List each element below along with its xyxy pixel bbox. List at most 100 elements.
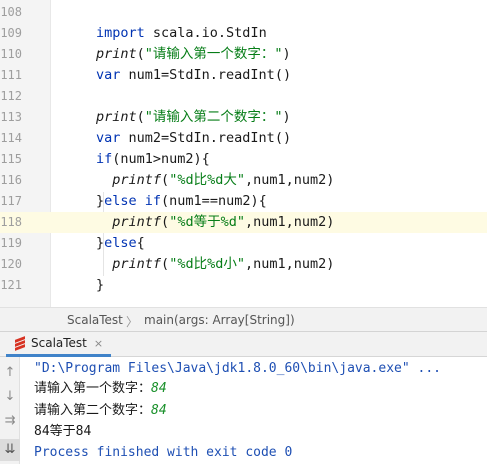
line-number: 121: [0, 278, 22, 292]
soft-wrap-icon[interactable]: ⇉: [0, 410, 20, 432]
code-line[interactable]: 109 import scala.io.StdIn: [0, 23, 487, 44]
close-icon[interactable]: ×: [94, 337, 103, 350]
code-token-keyword: import: [96, 25, 153, 41]
console-exit-line: Process finished with exit code 0: [34, 445, 293, 460]
line-number: 109: [0, 26, 22, 40]
code-token-function: print: [96, 46, 137, 62]
code-text: }else{: [96, 233, 145, 254]
code-token-function: printf: [112, 214, 162, 230]
code-token-keyword: var: [96, 67, 129, 83]
run-tab-label: ScalaTest: [31, 336, 87, 350]
code-line[interactable]: 119}else{: [0, 233, 487, 254]
code-line[interactable]: 117}else if(num1==num2){: [0, 191, 487, 212]
breadcrumb: ScalaTest 〉 main(args: Array[String]): [0, 307, 487, 332]
code-text: }: [96, 275, 104, 296]
line-number: 111: [0, 68, 22, 82]
code-text: if(num1>num2){: [96, 149, 210, 170]
code-line[interactable]: 121}: [0, 275, 487, 296]
console-result-line: 84等于84: [34, 424, 92, 439]
code-token-text: (: [161, 256, 170, 272]
code-token-function: print: [96, 109, 137, 125]
code-line[interactable]: 111 var num1=StdIn.readInt(): [0, 65, 487, 86]
scroll-to-end-icon[interactable]: ⇊: [0, 439, 20, 461]
arrow-up-icon[interactable]: ↑: [0, 362, 20, 384]
code-editor[interactable]: 108 109 import scala.io.StdIn 110 print("请输入…: [0, 0, 487, 307]
code-line[interactable]: 115 if(num1>num2){: [0, 149, 487, 170]
code-token-keyword: else if: [104, 193, 162, 209]
code-token-string: "%d比%d小": [169, 256, 245, 272]
code-token-text: ): [282, 46, 291, 62]
line-number: 113: [0, 110, 22, 124]
line-number: 117: [0, 194, 22, 208]
code-token-text: }: [96, 277, 105, 293]
code-token-text: (: [136, 109, 145, 125]
console-prompt: 请输入第二个数字：: [34, 403, 152, 418]
code-text: print("请输入第二个数字："): [96, 107, 291, 128]
code-token-text: ,num1,num2): [244, 214, 335, 230]
code-line[interactable]: 110 print("请输入第一个数字："): [0, 44, 487, 65]
run-console[interactable]: "D:\Program Files\Java\jdk1.8.0_60\bin\j…: [21, 357, 487, 464]
console-prompt: 请输入第一个数字：: [34, 381, 152, 396]
code-token-text: }: [96, 235, 105, 251]
console-prompt-line: 请输入第一个数字：84: [34, 378, 167, 399]
code-token-text: ): [282, 109, 291, 125]
code-line[interactable]: 108: [0, 2, 487, 23]
arrow-down-icon[interactable]: ↓: [0, 386, 20, 408]
code-text: var num2=StdIn.readInt(): [96, 128, 291, 149]
code-text: }else if(num1==num2){: [96, 191, 267, 212]
tab-run-scalatest[interactable]: ScalaTest ×: [6, 332, 112, 357]
code-token-text: num2=StdIn.readInt(): [128, 130, 292, 146]
line-number: 115: [0, 152, 22, 166]
code-text: import scala.io.StdIn: [96, 23, 267, 44]
line-number: 114: [0, 131, 22, 145]
code-text: printf("%d比%d小",num1,num2): [96, 254, 334, 275]
breadcrumb-separator-icon: 〉: [126, 315, 139, 329]
code-token-string: "%d比%d大": [169, 172, 245, 188]
console-user-input: 84: [151, 381, 167, 396]
code-line[interactable]: 114 var num2=StdIn.readInt(): [0, 128, 487, 149]
code-text: printf("%d比%d大",num1,num2): [96, 170, 334, 191]
code-token-text: (: [161, 172, 170, 188]
line-number: 119: [0, 236, 22, 250]
code-token-text: (num1==num2){: [161, 193, 267, 209]
code-token-keyword: var: [96, 130, 129, 146]
line-number: 110: [0, 47, 22, 61]
console-side-toolbar: ↑ ↓ ⇉ ⇊: [0, 357, 20, 464]
code-line[interactable]: 116 printf("%d比%d大",num1,num2): [0, 170, 487, 191]
line-number: 116: [0, 173, 22, 187]
code-text: var num1=StdIn.readInt(): [96, 65, 291, 86]
code-line[interactable]: 120 printf("%d比%d小",num1,num2): [0, 254, 487, 275]
breadcrumb-object[interactable]: ScalaTest: [67, 313, 123, 327]
code-token-function: printf: [112, 172, 162, 188]
code-token-text: (num1>num2){: [112, 151, 210, 167]
run-tab-bar: ScalaTest ×: [0, 332, 487, 357]
line-number: 118: [0, 215, 22, 229]
console-prompt-line: 请输入第二个数字：84: [34, 400, 167, 421]
code-token-text: (: [136, 46, 145, 62]
line-number: 108: [0, 5, 22, 19]
console-user-input: 84: [151, 403, 167, 418]
code-text: printf("%d等于%d",num1,num2): [96, 212, 334, 233]
code-line-current[interactable]: 118 printf("%d等于%d",num1,num2): [0, 212, 487, 233]
code-token-text: scala.io.StdIn: [152, 25, 267, 41]
console-command-line[interactable]: "D:\Program Files\Java\jdk1.8.0_60\bin\j…: [34, 358, 441, 379]
scala-run-config-icon: [14, 336, 26, 351]
code-token-text: ,num1,num2): [244, 256, 335, 272]
code-text: print("请输入第一个数字："): [96, 44, 291, 65]
code-token-text: }: [96, 193, 105, 209]
code-token-string: "请输入第一个数字：": [144, 46, 283, 62]
code-line[interactable]: 113 print("请输入第二个数字："): [0, 107, 487, 128]
code-line[interactable]: 112: [0, 86, 487, 107]
code-token-text: {: [136, 235, 145, 251]
breadcrumb-method[interactable]: main(args: Array[String]): [144, 313, 295, 327]
code-token-function: printf: [112, 256, 162, 272]
code-token-keyword: else: [104, 235, 137, 251]
code-token-text: ,num1,num2): [244, 172, 335, 188]
code-token-keyword: if: [96, 151, 113, 167]
line-number: 112: [0, 89, 22, 103]
code-token-text: num1=StdIn.readInt(): [128, 67, 292, 83]
code-token-string: "请输入第二个数字：": [144, 109, 283, 125]
